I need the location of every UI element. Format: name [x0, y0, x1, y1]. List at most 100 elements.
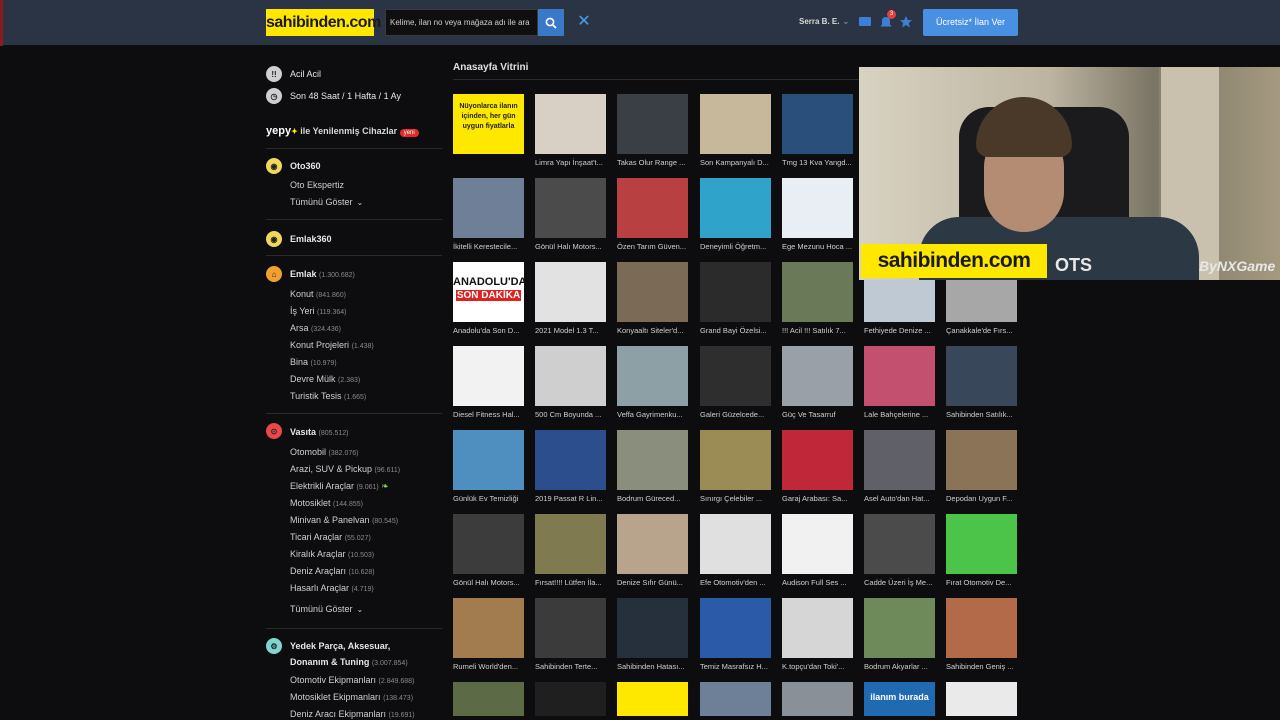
showcase-item[interactable]: !!! Acil !!! Satılık 7... — [782, 262, 853, 335]
showcase-item[interactable]: Asel Auto'dan Hat... — [864, 430, 935, 503]
sidebar-subcategory[interactable]: Kiralık Araçlar (10.503) — [290, 549, 374, 559]
message-icon[interactable] — [858, 15, 872, 29]
sidebar-yedek-line2[interactable]: Donanım & Tuning (3.007.854) — [290, 657, 408, 667]
sidebar-subcategory[interactable]: Otomotiv Ekipmanları (2.849.688) — [290, 675, 414, 685]
showcase-item[interactable] — [782, 682, 853, 716]
showcase-item[interactable]: Bodrum Akyarlar ... — [864, 598, 935, 671]
showcase-item[interactable]: Özen Tarım Güven... — [617, 178, 688, 251]
sidebar-yedek[interactable]: Yedek Parça, Aksesuar, — [290, 641, 390, 651]
showcase-item[interactable]: Veffa Gayrimenku... — [617, 346, 688, 419]
showcase-item[interactable]: Lale Bahçelerine ... — [864, 346, 935, 419]
sidebar-subcategory[interactable]: Bina (10.979) — [290, 357, 337, 367]
showcase-item[interactable]: K.topçu'dan Toki'... — [782, 598, 853, 671]
showcase-item[interactable]: Günlük Ev Temizliği — [453, 430, 524, 503]
showcase-item[interactable]: Denize Sıfır Günü... — [617, 514, 688, 587]
showcase-item[interactable] — [453, 682, 524, 716]
link-1month[interactable]: 1 Ay — [384, 91, 401, 101]
promo-text: SON DAKİKA — [456, 290, 521, 301]
showcase-item[interactable]: Nüyonlarca ilanın içinden, her gün uygun… — [453, 94, 524, 158]
sidebar-vasita[interactable]: Vasıta (805.512) — [290, 427, 349, 437]
post-ad-button[interactable]: Ücretsiz* İlan Ver — [923, 9, 1018, 36]
showcase-item[interactable]: Galeri Güzelcede... — [700, 346, 771, 419]
separator: / — [376, 91, 384, 101]
showcase-item[interactable]: Rumeli World'den... — [453, 598, 524, 671]
sidebar-subcategory[interactable]: Devre Mülk (2.383) — [290, 374, 360, 384]
listing-title: Bodrum Güreced... — [617, 494, 681, 503]
showcase-item[interactable]: Son Kampanyalı D... — [700, 94, 771, 167]
showcase-item[interactable]: Ege Mezunu Hoca ... — [782, 178, 853, 251]
showcase-item[interactable]: Gönül Halı Motors... — [535, 178, 606, 251]
sidebar-subcategory[interactable]: Elektrikli Araçlar (9.061) ❧ — [290, 481, 389, 492]
showcase-item[interactable]: ilanım burada — [864, 682, 935, 716]
showcase-item[interactable] — [617, 682, 688, 716]
star-icon[interactable] — [899, 15, 913, 29]
search-box[interactable] — [385, 9, 538, 36]
showcase-item[interactable]: Cadde Üzeri İş Me... — [864, 514, 935, 587]
sidebar-subcategory[interactable]: Otomobil (382.076) — [290, 447, 359, 457]
showcase-item[interactable]: Deneyimli Öğretm... — [700, 178, 771, 251]
sidebar-subcategory[interactable]: Minivan & Panelvan (80.545) — [290, 515, 398, 525]
sidebar-subcategory[interactable]: Deniz Aracı Ekipmanları (19.691) — [290, 709, 415, 719]
showcase-item[interactable]: Bodrum Güreced... — [617, 430, 688, 503]
showcase-item[interactable]: 2021 Model 1.3 T... — [535, 262, 606, 335]
showcase-item[interactable] — [535, 682, 606, 716]
listing-thumbnail — [535, 94, 606, 154]
search-input[interactable] — [386, 10, 537, 35]
showcase-item[interactable]: Tmg 13 Kva Yangd... — [782, 94, 853, 167]
listing-title: Lale Bahçelerine ... — [864, 410, 929, 419]
showcase-item[interactable]: Depodan Uygun F... — [946, 430, 1017, 503]
showcase-item[interactable]: Gönül Halı Motors... — [453, 514, 524, 587]
showcase-item[interactable]: Takas Olur Range ... — [617, 94, 688, 167]
showcase-item[interactable]: Sahibinden Geniş ... — [946, 598, 1017, 671]
showcase-item[interactable]: Güç Ve Tasarruf — [782, 346, 853, 419]
showcase-item[interactable]: Sınırgı Çelebiler ... — [700, 430, 771, 503]
showcase-item[interactable]: Fırsat!!!! Lütfen İla... — [535, 514, 606, 587]
listing-title: Sahibinden Hatası... — [617, 662, 685, 671]
listing-thumbnail — [700, 262, 771, 322]
showcase-item[interactable] — [946, 682, 1017, 716]
showcase-item[interactable]: Garaj Arabası: Sa... — [782, 430, 853, 503]
showcase-item[interactable]: Audison Full Ses ... — [782, 514, 853, 587]
showcase-item[interactable]: Temiz Masrafsız H... — [700, 598, 771, 671]
sidebar-subcategory[interactable]: Turistik Tesis (1.665) — [290, 391, 366, 401]
show-all-oto[interactable]: Tümünü Göster ⌄ — [290, 197, 363, 207]
showcase-item[interactable]: Limra Yapı İnşaat't... — [535, 94, 606, 167]
showcase-item[interactable]: Sahibinden Hatası... — [617, 598, 688, 671]
showcase-item[interactable]: Diesel Fitness Hal... — [453, 346, 524, 419]
sidebar-subcategory[interactable]: İş Yeri (119.364) — [290, 306, 347, 316]
sidebar-subcategory[interactable]: Hasarlı Araçlar (4.719) — [290, 583, 374, 593]
sidebar-subcategory[interactable]: Arsa (324.436) — [290, 323, 341, 333]
showcase-item[interactable]: Sahibinden Satılık... — [946, 346, 1017, 419]
showcase-item[interactable]: Fırat Otomotiv De... — [946, 514, 1017, 587]
sidebar-subcategory[interactable]: Deniz Araçları (10.628) — [290, 566, 375, 576]
showcase-item[interactable]: ANADOLU'DA SON DAKİKA Anadolu'da Son D... — [453, 262, 527, 335]
sidebar-subcategory[interactable]: Ticari Araçlar (55.027) — [290, 532, 371, 542]
sidebar-subcategory[interactable]: Motosiklet (144.855) — [290, 498, 363, 508]
search-button[interactable] — [538, 9, 564, 36]
sidebar-oto-ekspertiz[interactable]: Oto Ekspertiz — [290, 180, 344, 190]
showcase-item[interactable]: Konyaaltı Siteler'd... — [617, 262, 688, 335]
sidebar-acil[interactable]: Acil Acil — [290, 69, 321, 79]
show-all-vasita[interactable]: Tümünü Göster ⌄ — [290, 604, 363, 614]
showcase-item[interactable]: Sahibinden Terte... — [535, 598, 606, 671]
sidebar-subcategory[interactable]: Konut Projeleri (1.438) — [290, 340, 374, 350]
showcase-item[interactable]: Grand Bayi Özelsi... — [700, 262, 771, 335]
overlay-brand-badge: sahibinden.com — [861, 244, 1047, 278]
sidebar-subcategory[interactable]: Arazi, SUV & Pickup (96.611) — [290, 464, 400, 474]
sidebar-emlak360[interactable]: Emlak360 — [290, 234, 332, 244]
sidebar-subcategory[interactable]: Konut (841.860) — [290, 289, 346, 299]
sidebar-subcategory[interactable]: Motosiklet Ekipmanları (138.473) — [290, 692, 413, 702]
user-menu[interactable]: Serra B. E. ⌄ — [799, 17, 849, 26]
site-logo[interactable]: sahibinden.com — [266, 9, 381, 36]
showcase-item[interactable] — [700, 682, 771, 716]
showcase-item[interactable]: 2019 Passat R Lin... — [535, 430, 606, 503]
link-1week[interactable]: 1 Hafta — [347, 91, 376, 101]
showcase-item[interactable]: İkitelli Kerestecile... — [453, 178, 524, 251]
link-48h[interactable]: Son 48 Saat — [290, 91, 340, 101]
sidebar-oto360[interactable]: Oto360 — [290, 161, 321, 171]
sidebar-emlak[interactable]: Emlak (1.300.682) — [290, 269, 355, 279]
sidebar-yepy[interactable]: yepy✦ ile Yenilenmiş Cihazlar yeni — [266, 125, 419, 137]
showcase-item[interactable]: Efe Otomotiv'den ... — [700, 514, 771, 587]
showcase-item[interactable]: 500 Cm Boyunda ... — [535, 346, 606, 419]
clear-search-icon[interactable]: ✕ — [576, 12, 592, 32]
